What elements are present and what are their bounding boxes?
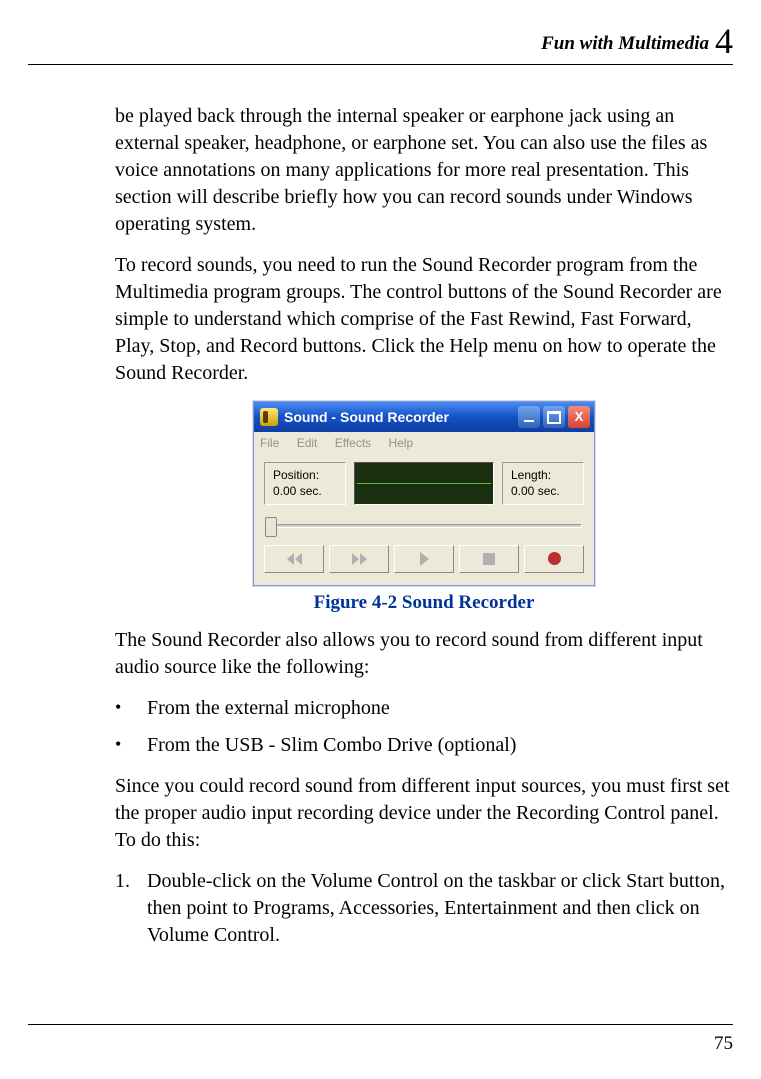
paragraph: Since you could record sound from differ…: [115, 773, 733, 854]
bullet-icon: •: [115, 732, 147, 759]
figure-caption: Figure 4-2 Sound Recorder: [115, 590, 733, 616]
menu-item-help[interactable]: Help: [389, 436, 414, 450]
length-label: Length:: [511, 467, 575, 483]
list-item: •From the USB - Slim Combo Drive (option…: [115, 732, 733, 759]
maximize-button[interactable]: [543, 406, 565, 428]
body-content: be played back through the internal spea…: [28, 103, 733, 949]
seek-slider[interactable]: [264, 513, 584, 539]
menu-item-file[interactable]: File: [260, 436, 279, 450]
titlebar: Sound - Sound Recorder X: [254, 402, 594, 432]
chapter-number: 4: [715, 21, 733, 61]
position-label: Position:: [273, 467, 337, 483]
figure: Sound - Sound Recorder X File Edit Effec…: [115, 401, 733, 615]
paragraph: To record sounds, you need to run the So…: [115, 252, 733, 387]
length-panel: Length: 0.00 sec.: [502, 462, 584, 504]
sound-recorder-window: Sound - Sound Recorder X File Edit Effec…: [253, 401, 595, 586]
menu-item-edit[interactable]: Edit: [297, 436, 318, 450]
running-header: Fun with Multimedia 4: [28, 20, 733, 65]
forward-button[interactable]: [329, 545, 389, 573]
header-title: Fun with Multimedia: [541, 33, 709, 54]
bullet-icon: •: [115, 695, 147, 722]
position-panel: Position: 0.00 sec.: [264, 462, 346, 504]
page-number: 75: [714, 1033, 733, 1055]
numbered-list: 1.Double-click on the Volume Control on …: [115, 868, 733, 949]
waveform-display: [354, 462, 494, 504]
play-button[interactable]: [394, 545, 454, 573]
list-item: 1.Double-click on the Volume Control on …: [115, 868, 733, 949]
menu-item-effects[interactable]: Effects: [335, 436, 371, 450]
bullet-list: •From the external microphone •From the …: [115, 695, 733, 759]
record-button[interactable]: [524, 545, 584, 573]
footer-rule: [28, 1024, 733, 1025]
paragraph: The Sound Recorder also allows you to re…: [115, 627, 733, 681]
list-item: •From the external microphone: [115, 695, 733, 722]
length-value: 0.00 sec.: [511, 483, 575, 499]
close-button[interactable]: X: [568, 406, 590, 428]
rewind-button[interactable]: [264, 545, 324, 573]
slider-thumb[interactable]: [265, 517, 277, 537]
window-title: Sound - Sound Recorder: [284, 408, 518, 427]
step-number: 1.: [115, 868, 147, 949]
app-icon: [260, 408, 278, 426]
menu-bar: File Edit Effects Help: [254, 432, 594, 454]
stop-button[interactable]: [459, 545, 519, 573]
position-value: 0.00 sec.: [273, 483, 337, 499]
paragraph: be played back through the internal spea…: [115, 103, 733, 238]
minimize-button[interactable]: [518, 406, 540, 428]
